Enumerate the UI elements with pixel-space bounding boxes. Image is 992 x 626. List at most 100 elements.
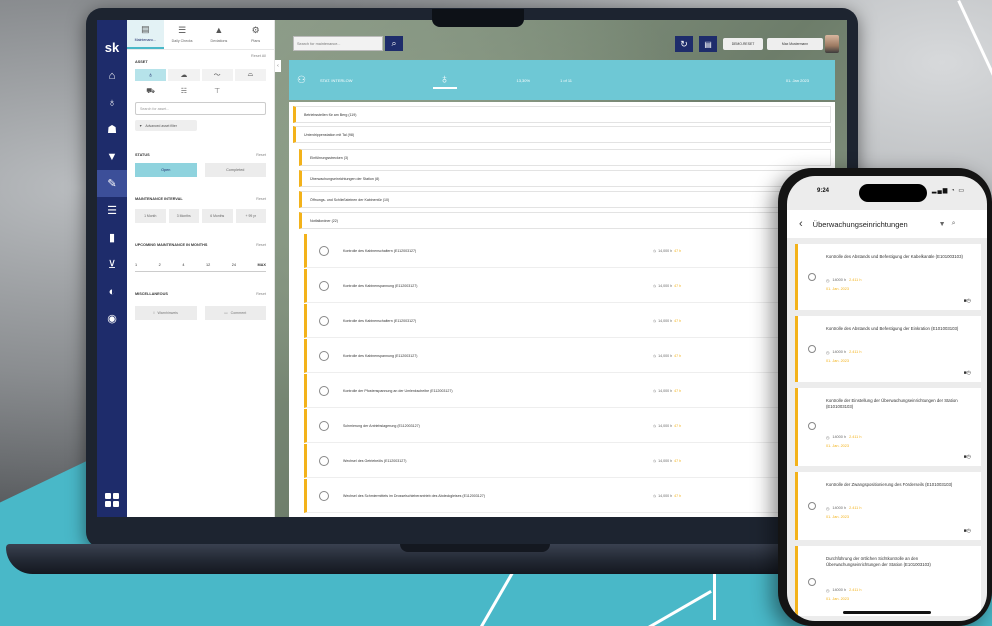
month-tick[interactable]: 4 <box>182 263 184 267</box>
search-icon[interactable]: ⌕ <box>952 220 956 228</box>
app-logo[interactable]: sk <box>97 40 127 62</box>
section-title: STATUS <box>135 153 150 157</box>
task-checkbox[interactable] <box>319 455 329 466</box>
home-indicator[interactable] <box>843 611 931 614</box>
reset-button[interactable]: Reset <box>256 197 266 201</box>
task-card[interactable]: Kontrolle der Einstellung der Überwachun… <box>795 388 981 466</box>
asset-cabin-button[interactable]: ⌓ <box>234 69 266 81</box>
tree-item[interactable]: Öffnungs- und Schließsteinen der Kabinen… <box>299 191 831 208</box>
asset-tower-button[interactable]: ⊤ <box>201 85 233 97</box>
asset-lift-button[interactable]: ☵ <box>168 85 200 97</box>
month-tick-selected[interactable]: MAX <box>258 263 266 267</box>
asset-bulb-button[interactable]: ♁ <box>135 69 167 81</box>
status-open-button[interactable]: Open <box>135 163 197 177</box>
task-card[interactable]: Kontrolle des Abstands und Befestigung d… <box>795 316 981 382</box>
task-row[interactable]: Kontrolle des Kabinenspannung (E11200312… <box>304 269 835 303</box>
user-id-badge[interactable]: DEMO-RESET <box>723 38 763 50</box>
asset-gondola-button[interactable]: ☁ <box>168 69 200 81</box>
reset-button[interactable]: Reset <box>256 292 266 296</box>
tab-daily-checks[interactable]: ☰ Daily Checks <box>164 20 201 49</box>
app-grid-icon[interactable] <box>105 493 119 507</box>
comment-filter-button[interactable]: ▭ Comment <box>204 306 266 320</box>
task-row[interactable]: Wechsel des Getriebeöls (E112003127) ◷ 14… <box>304 444 835 478</box>
funnel-icon[interactable]: ▼ <box>97 143 127 170</box>
task-checkbox[interactable] <box>319 350 329 361</box>
task-row[interactable]: Kontrolle des Kabinenspannung (E11200312… <box>304 339 835 373</box>
reset-button[interactable]: Reset <box>256 243 266 247</box>
back-icon[interactable]: ‹ <box>799 218 803 230</box>
collapse-panel-button[interactable]: ‹ <box>275 60 281 72</box>
task-row[interactable]: Wechsel des Schmiermittels im Drosselsch… <box>304 479 835 513</box>
reset-button[interactable]: Reset <box>256 153 266 157</box>
avatar[interactable] <box>825 35 839 53</box>
task-card[interactable]: Kontrolle der Zwangspositionierung des F… <box>795 472 981 540</box>
month-tick[interactable]: 1 <box>135 263 137 267</box>
status-completed-button[interactable]: Completed <box>204 163 266 177</box>
interval-option[interactable]: 3 Months <box>168 209 199 223</box>
task-checkbox[interactable] <box>319 490 329 501</box>
warning-filter-button[interactable]: ⅰ Warnhinweis <box>135 306 197 320</box>
station-count: 1 of 11 <box>560 77 573 83</box>
task-row[interactable]: Kontrolle des Kabinenschaltern (E1120031… <box>304 234 835 268</box>
asset-search-input[interactable]: Search for asset... <box>135 102 266 115</box>
task-row[interactable]: Kontrolle des Kabinenschaltern (E1120031… <box>304 304 835 338</box>
gauge-icon[interactable]: ◐ <box>97 278 127 305</box>
task-checkbox[interactable] <box>319 280 329 291</box>
filter-icon[interactable]: ▼ <box>939 221 946 228</box>
task-checkbox[interactable] <box>319 420 329 431</box>
task-checkbox[interactable] <box>319 315 329 326</box>
task-card[interactable]: Kontrolle des Abstands und Befestigung d… <box>795 244 981 310</box>
months-slider-track[interactable] <box>135 271 266 272</box>
list-icon[interactable]: ☰ <box>97 197 127 224</box>
clock-icon: ◷ <box>826 507 830 511</box>
asset-cable-button[interactable]: 〜 <box>201 69 233 81</box>
cart-icon[interactable]: ⊻ <box>97 251 127 278</box>
tree-item[interactable]: Betriebsstellen für am Berg (119) <box>293 106 831 123</box>
camera-icon[interactable]: ■◷ <box>964 528 971 534</box>
sync-button[interactable]: ↻ <box>675 36 693 52</box>
maintenance-search-input[interactable]: Search for maintenance... <box>293 36 383 51</box>
tree-item[interactable]: Überwachungseinrichtungen der Station (8… <box>299 170 831 187</box>
asset-vehicle-button[interactable]: ⛟ <box>135 85 167 97</box>
wrench-icon[interactable]: ✎ <box>97 170 127 197</box>
tower-icon[interactable]: ☗ <box>97 116 127 143</box>
bulb-icon[interactable]: ♁ <box>97 89 127 116</box>
tree-item[interactable]: Einführungsstrecken (3) <box>299 149 831 166</box>
settings-icon[interactable]: ◉ <box>97 305 127 332</box>
months-scale[interactable]: 1 2 4 12 24 MAX <box>135 263 266 267</box>
task-remaining: 47 h <box>674 423 682 428</box>
document-icon[interactable]: ▮ <box>97 224 127 251</box>
task-card[interactable]: Durchführung der örtlichen Sichtkontroll… <box>795 546 981 616</box>
advanced-filter-button[interactable]: ▼ Advanced asset filter <box>135 120 197 131</box>
camera-icon[interactable]: ■◷ <box>964 298 971 304</box>
task-row[interactable]: Schmierung der Antriebslagerung (E112003… <box>304 409 835 443</box>
search-button[interactable]: ⌕ <box>385 36 403 51</box>
tab-deviations[interactable]: ▲ Deviations <box>201 20 238 49</box>
reset-all-button[interactable]: Reset All <box>251 54 266 58</box>
task-checkbox[interactable] <box>808 345 816 353</box>
task-checkbox[interactable] <box>808 578 816 586</box>
camera-icon[interactable]: ■◷ <box>964 454 971 460</box>
task-checkbox[interactable] <box>808 502 816 510</box>
home-icon[interactable]: ⌂ <box>97 62 127 89</box>
tree-item[interactable]: Notfallordner (22) <box>299 212 831 229</box>
month-tick[interactable]: 24 <box>232 263 236 267</box>
tab-maintenance[interactable]: ▤ Maintenanc... <box>127 20 164 49</box>
task-checkbox[interactable] <box>808 422 816 430</box>
user-name-button[interactable]: Max Mustermann <box>767 38 823 50</box>
task-checkbox[interactable] <box>319 245 329 256</box>
document-button[interactable]: ▤ <box>699 36 717 52</box>
interval-option[interactable]: 1 Month <box>135 209 166 223</box>
task-checkbox[interactable] <box>319 385 329 396</box>
interval-option[interactable]: + 99 yr <box>235 209 266 223</box>
month-tick[interactable]: 2 <box>159 263 161 267</box>
task-remaining: 2.411 h <box>849 506 862 510</box>
camera-icon[interactable]: ■◷ <box>964 370 971 376</box>
tab-plans[interactable]: ⚙ Plans <box>237 20 274 49</box>
month-tick[interactable]: 12 <box>206 263 210 267</box>
task-row[interactable]: Kontrolle der Pfostenspannung an der Uml… <box>304 374 835 408</box>
task-checkbox[interactable] <box>808 273 816 281</box>
task-hours: 14,000 h <box>658 388 673 393</box>
interval-option[interactable]: 6 Months <box>202 209 233 223</box>
tree-item[interactable]: Unterdrippenstation mit Tal (98) <box>293 126 831 143</box>
